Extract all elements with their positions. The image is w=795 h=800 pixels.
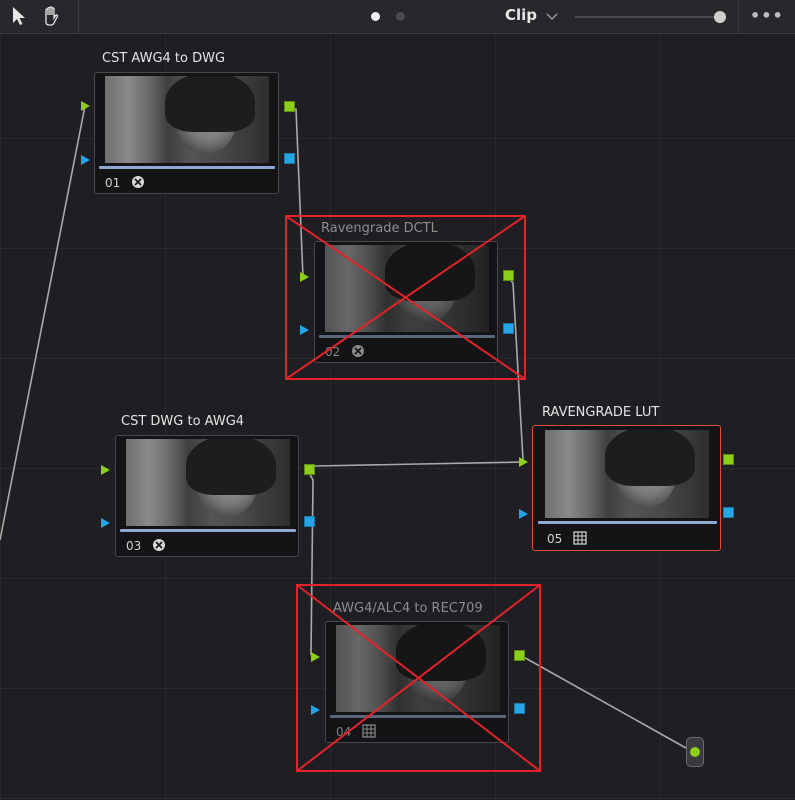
rgb-input-port[interactable] [101,465,110,475]
alpha-output-port[interactable] [723,507,734,518]
color-space-icon [132,176,144,188]
color-space-icon [153,539,165,551]
node-03-label: CST DWG to AWG4 [121,414,245,429]
rgb-output-port[interactable] [304,464,315,475]
wire-04-to-output [519,654,687,749]
wire-03-to-05 [306,461,524,470]
rgb-output-port[interactable] [723,454,734,465]
disabled-cross-out-mark [285,215,526,380]
alpha-output-port[interactable] [304,516,315,527]
alpha-input-port[interactable] [81,155,90,165]
alpha-input-port[interactable] [101,518,110,528]
node-progress-bar [538,521,717,524]
alpha-output-port[interactable] [284,153,295,164]
rgb-output-port[interactable] [284,101,295,112]
alpha-input-port[interactable] [519,509,528,519]
node-05-label: RAVENGRADE LUT [542,405,660,420]
node-number: 01 [105,176,121,190]
node-progress-bar [99,166,275,169]
node-number: 05 [547,532,563,546]
lut-icon [573,531,587,545]
wire-source-to-01 [0,105,86,541]
rgb-input-port[interactable] [81,101,90,111]
node-01[interactable]: 01 [94,72,279,194]
node-thumbnail [126,439,290,526]
node-03[interactable]: 03 [115,435,299,557]
node-thumbnail [105,76,269,163]
node-progress-bar [120,529,296,532]
clip-output-node[interactable] [686,737,704,767]
rgb-input-port[interactable] [519,457,528,467]
output-port[interactable] [690,747,700,757]
node-01-label: CST AWG4 to DWG [102,51,226,66]
node-number: 03 [126,539,142,553]
node-05[interactable]: 05 [532,425,721,551]
node-thumbnail [545,430,709,518]
disabled-cross-out-mark [296,584,541,772]
